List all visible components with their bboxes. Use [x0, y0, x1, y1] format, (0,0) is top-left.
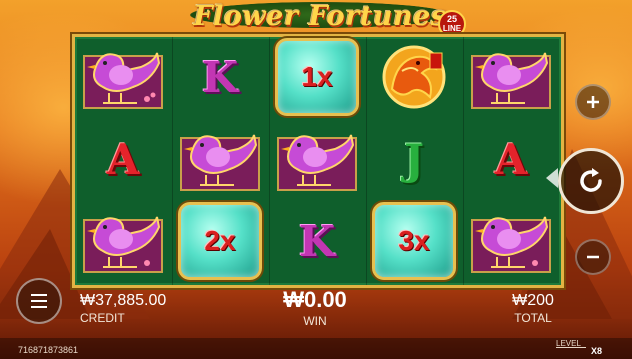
credit-display: ₩37,885.00 CREDIT [80, 292, 166, 325]
multiplier-tile: 3x [372, 202, 456, 280]
symbol-bird [75, 37, 171, 117]
game-logo: Flower Fortunes 25 LINE [170, 0, 470, 38]
credit-label: CREDIT [80, 311, 125, 325]
lines-badge-text: LINE [442, 24, 462, 33]
spin-options-arrow[interactable] [546, 168, 558, 188]
symbol-multiplier-3x: 3x [366, 201, 462, 281]
symbol-a: A [75, 119, 171, 199]
decrease-bet-button[interactable] [575, 239, 611, 275]
bird-icon [469, 41, 553, 113]
lines-badge-number: 25 [446, 14, 457, 24]
level-divider [556, 347, 586, 348]
symbol-letter-a: A [106, 134, 140, 184]
symbol-j: J [366, 119, 462, 199]
multiplier-value: 3x [398, 225, 430, 256]
credit-value: ₩37,885.00 [80, 292, 167, 309]
hamburger-icon [31, 294, 47, 308]
total-bet-label: TOTAL [514, 311, 552, 325]
symbol-phoenix [366, 37, 462, 117]
symbol-k: K [269, 201, 365, 281]
multiplier-value: 2x [204, 225, 236, 256]
symbol-letter-k: K [201, 52, 239, 102]
footer-bar [0, 338, 632, 359]
symbol-bird [463, 37, 559, 117]
symbol-multiplier-2x: 2x [172, 201, 268, 281]
symbol-letter-k: K [298, 216, 336, 266]
symbol-multiplier-1x: 1x [269, 37, 365, 117]
symbol-letter-j: J [404, 134, 424, 184]
win-label: WIN [303, 314, 327, 328]
phoenix-icon [372, 41, 456, 113]
symbol-bird [172, 119, 268, 199]
bird-icon [81, 205, 165, 277]
minus-icon [587, 255, 599, 259]
symbol-bird [269, 119, 365, 199]
bird-icon [275, 123, 359, 195]
bird-icon [81, 41, 165, 113]
round-id: 716871873861 [18, 345, 79, 355]
menu-button[interactable] [16, 278, 62, 324]
multiplier-value: 1x [301, 61, 333, 92]
level-value: X8 [591, 346, 603, 356]
symbol-bird [75, 201, 171, 281]
symbol-bird [463, 201, 559, 281]
refresh-icon [580, 168, 602, 192]
multiplier-tile: 2x [178, 202, 262, 280]
multiplier-tile: 1x [275, 38, 359, 116]
game-title: Flower Fortunes [193, 1, 447, 32]
symbol-k: K [172, 37, 268, 117]
symbol-a: A [463, 119, 559, 199]
plus-icon [587, 96, 599, 108]
increase-bet-button[interactable] [575, 84, 611, 120]
total-bet-value: ₩200 [512, 292, 554, 309]
win-display: ₩0.00 WIN [270, 287, 360, 328]
reel-grid: A K 2x 1x K J 3x A [72, 34, 564, 288]
spin-button[interactable] [558, 148, 624, 214]
symbol-letter-a: A [494, 134, 528, 184]
total-bet-display[interactable]: ₩200 TOTAL [498, 292, 568, 325]
win-value: ₩0.00 [283, 287, 347, 312]
bird-icon [178, 123, 262, 195]
bird-icon [469, 205, 553, 277]
